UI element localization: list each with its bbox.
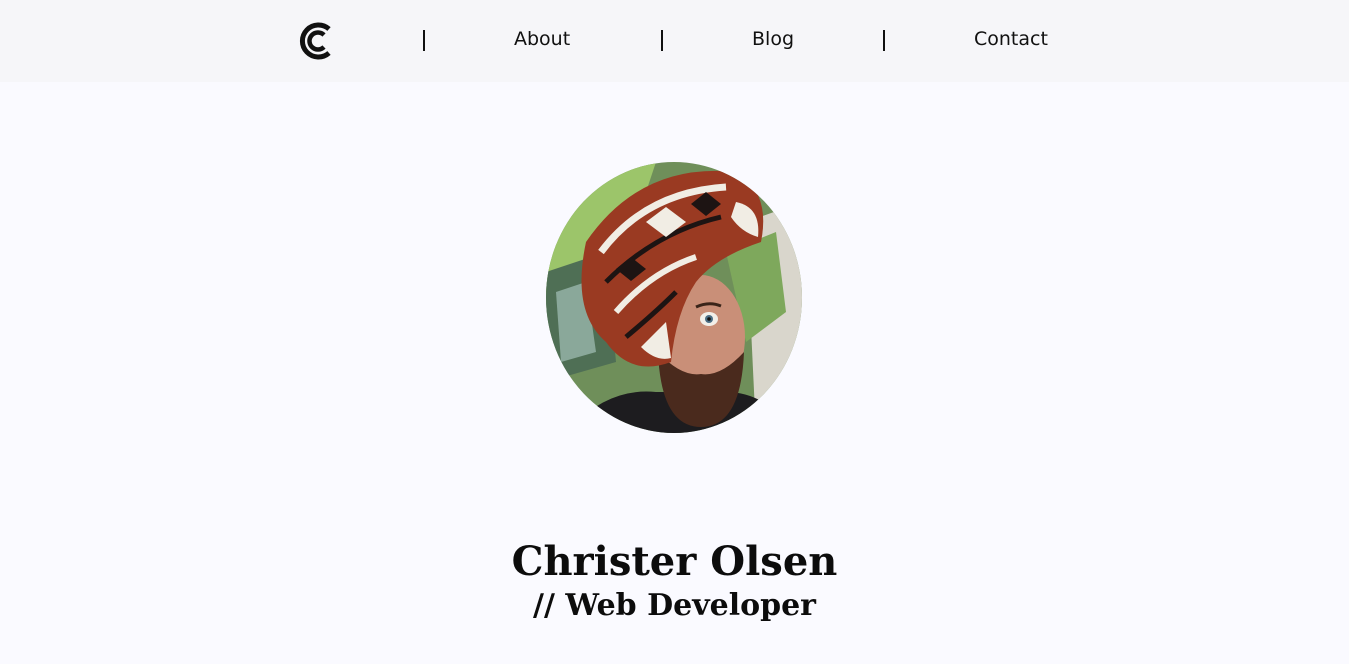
profile-role: // Web Developer [532, 588, 816, 623]
nav-divider [883, 30, 885, 51]
nav-divider [661, 30, 663, 51]
nav-divider [423, 30, 425, 51]
profile-name: Christer Olsen [511, 538, 838, 585]
nav-link-about[interactable]: About [514, 28, 570, 50]
profile-avatar [546, 162, 802, 433]
nav-link-contact[interactable]: Contact [974, 28, 1048, 50]
profile-photo-illustration [546, 162, 802, 433]
nav-link-blog[interactable]: Blog [752, 28, 794, 50]
site-logo-icon[interactable] [298, 20, 336, 62]
top-navigation-bar: About Blog Contact [0, 0, 1349, 82]
